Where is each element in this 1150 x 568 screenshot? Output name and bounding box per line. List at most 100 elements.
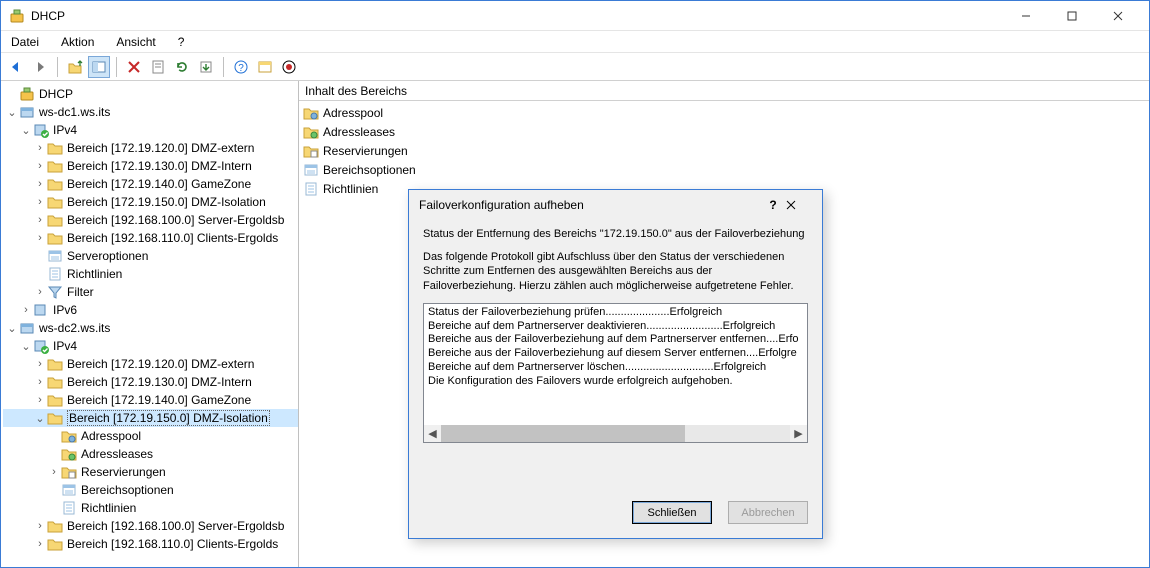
tree-node[interactable]: ·Adresspool xyxy=(3,427,298,445)
chevron-right-icon[interactable]: › xyxy=(33,178,47,190)
refresh-icon[interactable] xyxy=(171,56,193,78)
chevron-right-icon[interactable]: › xyxy=(33,142,47,154)
maximize-button[interactable] xyxy=(1049,1,1095,31)
tree-node[interactable]: ›Bereich [192.168.100.0] Server-Ergoldsb xyxy=(3,211,298,229)
delete-icon[interactable] xyxy=(123,56,145,78)
scope-icon xyxy=(47,158,63,174)
tree-node[interactable]: ›Bereich [172.19.150.0] DMZ-Isolation xyxy=(3,193,298,211)
scroll-left-icon[interactable]: ◀ xyxy=(424,425,441,442)
list-pane: Inhalt des Bereichs AdresspoolAdressleas… xyxy=(299,81,1149,567)
chevron-down-icon[interactable]: ⌄ xyxy=(33,412,47,425)
tree-node[interactable]: ›Bereich [192.168.110.0] Clients-Ergolds xyxy=(3,229,298,247)
dialog-log-line: Bereiche auf dem Partnerserver deaktivie… xyxy=(428,320,803,334)
scope-icon xyxy=(47,230,63,246)
tree-node-label: Bereich [172.19.140.0] GameZone xyxy=(67,393,251,407)
folder-up-icon[interactable] xyxy=(64,56,86,78)
chevron-right-icon[interactable]: › xyxy=(33,214,47,226)
chevron-right-icon[interactable]: › xyxy=(33,196,47,208)
app-icon xyxy=(9,8,25,24)
scope-icon xyxy=(47,194,63,210)
scroll-right-icon[interactable]: ▶ xyxy=(790,425,807,442)
tree-node[interactable]: ⌄Bereich [172.19.150.0] DMZ-Isolation xyxy=(3,409,298,427)
tree-node[interactable]: ⌄ws-dc1.ws.its xyxy=(3,103,298,121)
dialog-close-button[interactable] xyxy=(786,200,812,210)
chevron-right-icon[interactable]: › xyxy=(33,394,47,406)
tree-node[interactable]: ·Serveroptionen xyxy=(3,247,298,265)
tree-node[interactable]: › IPv6 xyxy=(3,301,298,319)
chevron-right-icon[interactable]: › xyxy=(33,520,47,532)
menu-bar: Datei Aktion Ansicht ? xyxy=(1,31,1149,53)
dialog-title: Failoverkonfiguration aufheben xyxy=(419,198,760,212)
export-icon[interactable] xyxy=(195,56,217,78)
tree-node-label: IPv6 xyxy=(53,303,77,317)
scope-icon xyxy=(47,518,63,534)
tree-node[interactable]: ›Bereich [172.19.120.0] DMZ-extern xyxy=(3,139,298,157)
menu-help[interactable]: ? xyxy=(174,33,189,51)
chevron-down-icon[interactable]: ⌄ xyxy=(5,106,19,119)
tree-node-label: Bereich [192.168.100.0] Server-Ergoldsb xyxy=(67,519,284,533)
tree-node[interactable]: › Bereich [172.19.140.0] GameZone xyxy=(3,391,298,409)
tree-node[interactable]: ⌄IPv4 xyxy=(3,337,298,355)
tree-node[interactable]: ⌄ws-dc2.ws.its xyxy=(3,319,298,337)
chevron-right-icon[interactable]: › xyxy=(47,466,61,478)
help-icon[interactable]: ? xyxy=(230,56,252,78)
list-header[interactable]: Inhalt des Bereichs xyxy=(299,81,1149,101)
dialog-log-line: Bereiche aus der Failoverbeziehung auf d… xyxy=(428,347,803,361)
list-item-label: Bereichsoptionen xyxy=(323,163,416,177)
menu-action[interactable]: Aktion xyxy=(57,33,98,51)
tree-node[interactable]: ·Richtlinien xyxy=(3,265,298,283)
dialog-help-button[interactable]: ? xyxy=(760,198,786,212)
tree-node[interactable]: ·Adressleases xyxy=(3,445,298,463)
tree-node[interactable]: ·Bereichsoptionen xyxy=(3,481,298,499)
tree-node[interactable]: ›Filter xyxy=(3,283,298,301)
tree-node-label: Bereichsoptionen xyxy=(81,483,174,497)
tree-node-label: Bereich [192.168.110.0] Clients-Ergolds xyxy=(67,537,278,551)
tree-node-label: DHCP xyxy=(39,87,73,101)
record-icon[interactable] xyxy=(278,56,300,78)
chevron-right-icon[interactable]: › xyxy=(33,286,47,298)
chevron-right-icon[interactable]: › xyxy=(33,376,47,388)
tree-node[interactable]: ⌄IPv4 xyxy=(3,121,298,139)
chevron-right-icon[interactable]: › xyxy=(33,160,47,172)
chevron-right-icon[interactable]: › xyxy=(33,358,47,370)
dialog-log-box: Status der Failoverbeziehung prüfen.....… xyxy=(423,303,808,443)
dialog-log-scrollbar[interactable]: ◀ ▶ xyxy=(424,425,807,442)
tree-node[interactable]: › Bereich [192.168.110.0] Clients-Ergolds xyxy=(3,535,298,553)
tree-node[interactable]: ›Bereich [172.19.130.0] DMZ-Intern xyxy=(3,157,298,175)
tree-node[interactable]: › Bereich [172.19.120.0] DMZ-extern xyxy=(3,355,298,373)
tree-node[interactable]: › Reservierungen xyxy=(3,463,298,481)
properties-icon[interactable] xyxy=(147,56,169,78)
forward-icon[interactable] xyxy=(29,56,51,78)
menu-file[interactable]: Datei xyxy=(7,33,43,51)
tree-node[interactable]: ·DHCP xyxy=(3,85,298,103)
tree-node[interactable]: › Bereich [192.168.100.0] Server-Ergoldsb xyxy=(3,517,298,535)
list-item[interactable]: Bereichsoptionen xyxy=(303,160,1145,179)
chevron-down-icon[interactable]: ⌄ xyxy=(5,322,19,335)
policy-icon xyxy=(47,266,63,282)
tree-node[interactable]: › Bereich [172.19.130.0] DMZ-Intern xyxy=(3,373,298,391)
chevron-down-icon[interactable]: ⌄ xyxy=(19,124,33,137)
menu-view[interactable]: Ansicht xyxy=(112,33,159,51)
tree-node-label: Richtlinien xyxy=(67,267,122,281)
dialog-close-action-button[interactable]: Schließen xyxy=(632,501,712,524)
tree-node[interactable]: ›Bereich [172.19.140.0] GameZone xyxy=(3,175,298,193)
res-icon xyxy=(61,464,77,480)
list-item[interactable]: Adressleases xyxy=(303,122,1145,141)
chevron-down-icon[interactable]: ⌄ xyxy=(19,340,33,353)
dialog-log-line: Die Konfiguration des Failovers wurde er… xyxy=(428,375,803,389)
list-item[interactable]: Adresspool xyxy=(303,103,1145,122)
window-titlebar: DHCP xyxy=(1,1,1149,31)
chevron-right-icon[interactable]: › xyxy=(19,304,33,316)
close-button[interactable] xyxy=(1095,1,1141,31)
panes-icon[interactable] xyxy=(88,56,110,78)
options-icon[interactable] xyxy=(254,56,276,78)
list-item[interactable]: Reservierungen xyxy=(303,141,1145,160)
back-icon[interactable] xyxy=(5,56,27,78)
tree-node-label: Bereich [172.19.130.0] DMZ-Intern xyxy=(67,375,252,389)
minimize-button[interactable] xyxy=(1003,1,1049,31)
tree-node-label: Bereich [172.19.120.0] DMZ-extern xyxy=(67,357,254,371)
chevron-right-icon[interactable]: › xyxy=(33,538,47,550)
tree-node-label: Reservierungen xyxy=(81,465,166,479)
tree-node[interactable]: ·Richtlinien xyxy=(3,499,298,517)
chevron-right-icon[interactable]: › xyxy=(33,232,47,244)
